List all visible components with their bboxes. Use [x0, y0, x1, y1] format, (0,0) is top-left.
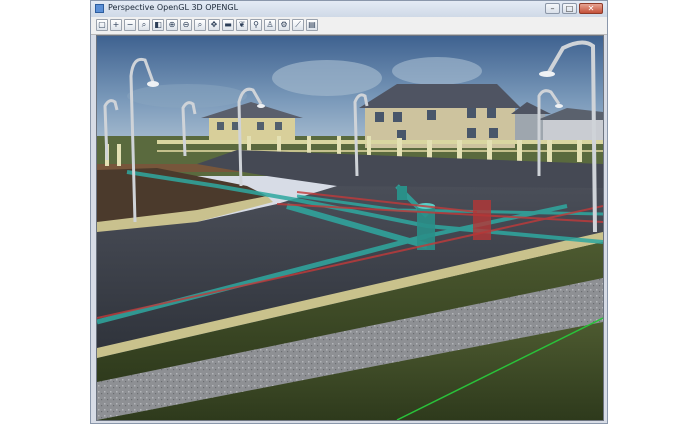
zoom-extents-icon[interactable]: ⊖	[180, 19, 192, 31]
scene-3d	[97, 36, 603, 420]
measure-icon[interactable]: ⟋	[292, 19, 304, 31]
pan-icon[interactable]: ✥	[208, 19, 220, 31]
manhole-red	[473, 200, 491, 240]
maximize-button[interactable]: □	[562, 3, 577, 14]
print-icon[interactable]: ▤	[306, 19, 318, 31]
app-icon	[95, 4, 104, 13]
close-button[interactable]: ✕	[579, 3, 603, 14]
window-title: Perspective OpenGL 3D OPENGL	[108, 3, 239, 12]
walk-icon[interactable]: ⚲	[250, 19, 262, 31]
toolbar: ▢ + − ⌕ ◧ ⊕ ⊖ ⌕ ✥ ▬ ❦ ⚲ ♙ ⚙ ⟋ ▤	[91, 17, 607, 35]
leaf-icon[interactable]: ❦	[236, 19, 248, 31]
zoom-out-icon[interactable]: −	[124, 19, 136, 31]
minimize-button[interactable]: –	[545, 3, 560, 14]
new-icon[interactable]: ▢	[96, 19, 108, 31]
zoom-window-icon[interactable]: ⊕	[166, 19, 178, 31]
car-icon[interactable]: ▬	[222, 19, 234, 31]
settings-icon[interactable]: ⚙	[278, 19, 290, 31]
app-window: Perspective OpenGL 3D OPENGL – □ ✕ ▢ + − ⌕ ◧…	[90, 0, 608, 424]
search-icon[interactable]: ⌕	[194, 19, 206, 31]
opengl-viewport[interactable]	[96, 35, 604, 421]
title-bar[interactable]: Perspective OpenGL 3D OPENGL – □ ✕	[91, 1, 607, 18]
color-icon[interactable]: ◧	[152, 19, 164, 31]
zoom-in-icon[interactable]: +	[110, 19, 122, 31]
person-icon[interactable]: ♙	[264, 19, 276, 31]
zoom-icon[interactable]: ⌕	[138, 19, 150, 31]
